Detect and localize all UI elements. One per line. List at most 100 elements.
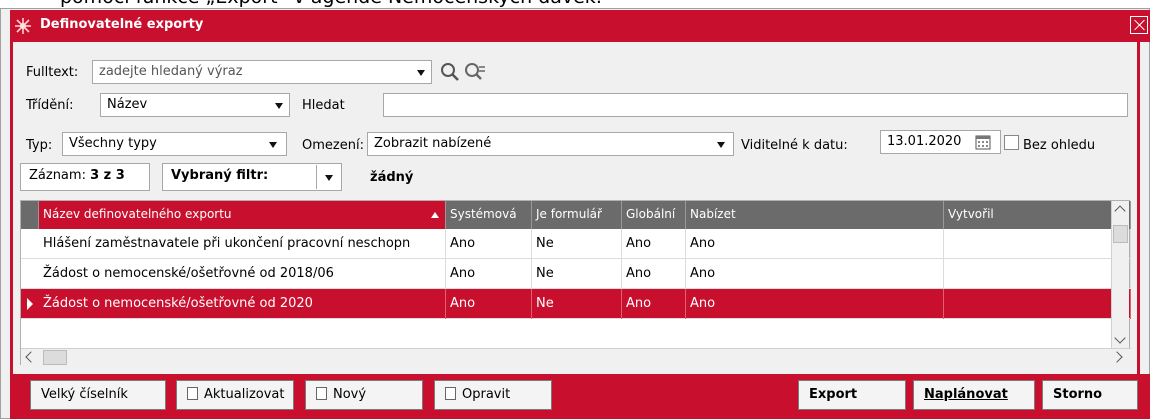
type-label: Typ: (26, 138, 53, 153)
new-document-icon (316, 387, 327, 400)
filter-value: žádný (370, 170, 414, 185)
refresh-label: Aktualizovat (204, 387, 285, 402)
edit-label: Opravit (462, 387, 511, 402)
advanced-search-icon[interactable] (464, 62, 486, 82)
cell-offer: Ano (686, 229, 944, 259)
edit-button[interactable]: Opravit (434, 380, 552, 410)
col-offer-label: Nabízet (690, 207, 736, 221)
page-caption: pomocí funkce „Export“ v agendě Nemocens… (0, 0, 1150, 8)
horizontal-scrollbar[interactable] (21, 348, 1131, 366)
app-logo-icon (15, 18, 31, 34)
table-header: Název definovatelného exportu Systémová … (21, 201, 1131, 229)
table-row[interactable]: Žádost o nemocenské/ošetřovné od 2018/06… (21, 259, 1131, 289)
sort-value: Název (107, 97, 148, 112)
cell-name: Žádost o nemocenské/ošetřovné od 2018/06 (39, 259, 446, 289)
cell-created-by (944, 229, 1131, 259)
cell-created-by (944, 289, 1131, 319)
cell-is-form: Ne (532, 289, 622, 319)
cell-is-form: Ne (532, 229, 622, 259)
restriction-label: Omezení: (302, 138, 364, 153)
big-list-label: Velký číselník (41, 387, 128, 402)
records-value: 3 z 3 (90, 168, 125, 183)
bottom-button-bar: Velký číselník Aktualizovat Nový Opravit… (10, 374, 1150, 419)
cell-global: Ano (622, 259, 686, 289)
sort-label: Třídění: (26, 98, 74, 113)
new-label: Nový (333, 387, 367, 402)
cell-global: Ano (622, 229, 686, 259)
cell-offer: Ano (686, 259, 944, 289)
title-bar: Definovatelné exporty (10, 10, 1150, 42)
col-system[interactable]: Systémová (446, 201, 532, 229)
cell-system: Ano (446, 229, 532, 259)
col-offer[interactable]: Nabízet (686, 201, 944, 229)
records-label: Záznam: (29, 168, 86, 183)
record-counter: Záznam: 3 z 3 (20, 163, 150, 191)
fulltext-input[interactable]: zadejte hledaný výraz (92, 60, 432, 84)
schedule-button[interactable]: Naplánovat (913, 380, 1035, 410)
export-button[interactable]: Export (798, 380, 906, 410)
scroll-up-icon[interactable] (1114, 205, 1126, 217)
chevron-down-icon[interactable] (417, 70, 425, 76)
filter-select[interactable]: Vybraný filtr: (162, 163, 342, 191)
cell-name: Hlášení zaměstnavatele při ukončení prac… (39, 229, 446, 259)
cell-system: Ano (446, 289, 532, 319)
sort-asc-icon (431, 212, 439, 218)
cell-name: Žádost o nemocenské/ošetřovné od 2020 (39, 289, 446, 319)
close-icon[interactable] (1130, 16, 1148, 34)
row-pointer-icon (27, 298, 33, 310)
cancel-label: Storno (1053, 387, 1103, 402)
chevron-down-icon[interactable] (275, 103, 283, 109)
window-title: Definovatelné exporty (40, 17, 204, 32)
type-value: Všechny typy (69, 136, 157, 151)
search-icon[interactable] (440, 62, 460, 82)
schedule-label: Naplánovat (924, 387, 1008, 402)
scroll-down-icon[interactable] (1114, 332, 1126, 344)
scroll-thumb[interactable] (1113, 225, 1128, 243)
exports-table: Název definovatelného exportu Systémová … (20, 200, 1131, 366)
col-created-by[interactable]: Vytvořil (944, 201, 1131, 229)
scroll-left-icon[interactable] (25, 351, 37, 363)
refresh-button[interactable]: Aktualizovat (176, 380, 294, 410)
export-label: Export (809, 387, 858, 402)
restriction-select[interactable]: Zobrazit nabízené (367, 132, 734, 156)
cancel-button[interactable]: Storno (1042, 380, 1138, 410)
hscroll-thumb[interactable] (43, 350, 67, 365)
ignore-date-checkbox[interactable] (1004, 135, 1019, 150)
table-row-selected[interactable]: Žádost o nemocenské/ošetřovné od 2020 An… (21, 289, 1131, 319)
chevron-down-icon[interactable] (717, 142, 725, 148)
cell-is-form: Ne (532, 259, 622, 289)
filter-divider (316, 165, 317, 189)
col-global[interactable]: Globální (622, 201, 686, 229)
big-list-button[interactable]: Velký číselník (30, 380, 166, 410)
new-button[interactable]: Nový (305, 380, 423, 410)
scroll-right-icon[interactable] (1111, 351, 1123, 363)
search-label: Hledat (302, 98, 345, 113)
search-input[interactable] (383, 93, 1128, 117)
header-indicator (21, 201, 39, 229)
fulltext-placeholder: zadejte hledaný výraz (99, 64, 243, 79)
filter-label: Vybraný filtr: (171, 168, 269, 183)
col-global-label: Globální (626, 207, 676, 221)
chevron-down-icon[interactable] (269, 142, 277, 148)
cell-offer: Ano (686, 289, 944, 319)
col-name[interactable]: Název definovatelného exportu (39, 201, 446, 229)
ignore-date-label: Bez ohledu (1023, 138, 1096, 153)
col-is-form-label: Je formulář (536, 207, 602, 221)
col-name-label: Název definovatelného exportu (43, 207, 232, 221)
table-row[interactable]: Hlášení zaměstnavatele při ukončení prac… (21, 229, 1131, 259)
type-select[interactable]: Všechny typy (62, 132, 287, 156)
chevron-down-icon[interactable] (325, 175, 333, 181)
vertical-scrollbar[interactable] (1111, 201, 1129, 348)
visible-date-value: 13.01.2020 (887, 134, 962, 149)
col-is-form[interactable]: Je formulář (532, 201, 622, 229)
sort-select[interactable]: Název (100, 93, 290, 117)
restriction-value: Zobrazit nabízené (374, 136, 492, 151)
cell-global: Ano (622, 289, 686, 319)
visible-date-label: Viditelné k datu: (741, 138, 848, 153)
cell-created-by (944, 259, 1131, 289)
refresh-icon (187, 387, 198, 400)
edit-icon (445, 387, 456, 400)
calendar-icon[interactable] (975, 134, 991, 150)
col-created-by-label: Vytvořil (948, 207, 994, 221)
col-system-label: Systémová (450, 207, 517, 221)
